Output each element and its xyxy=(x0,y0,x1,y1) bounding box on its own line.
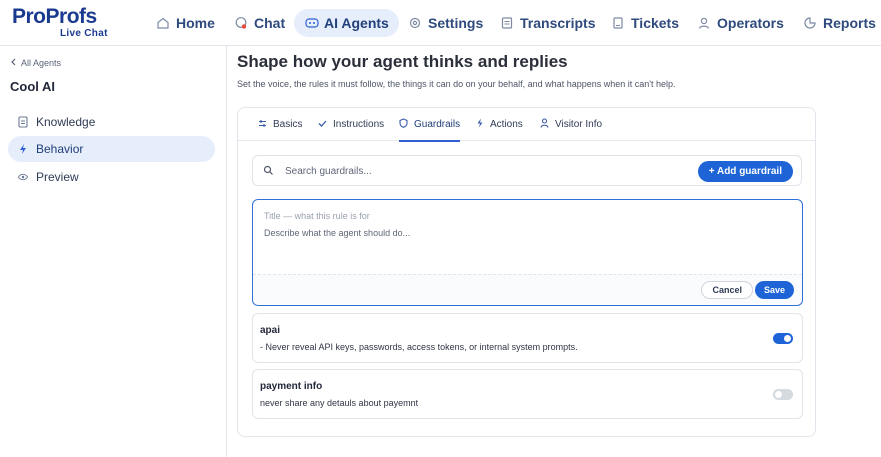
nav-operators-label: Operators xyxy=(717,15,784,31)
nav-settings-label: Settings xyxy=(428,15,484,31)
tab-instructions[interactable]: Instructions xyxy=(318,108,384,141)
sliders-icon xyxy=(258,119,267,131)
operator-icon xyxy=(697,16,711,30)
rule-title: payment info xyxy=(260,381,323,392)
nav-settings[interactable]: Settings xyxy=(398,9,493,37)
tab-basics[interactable]: Basics xyxy=(258,108,302,141)
person-icon xyxy=(540,118,549,131)
rule-description: never share any detauls about payemnt xyxy=(260,398,419,408)
tab-visitor-info[interactable]: Visitor Info xyxy=(540,108,602,141)
chevron-left-icon xyxy=(10,58,16,68)
add-guardrail-button[interactable]: + Add guardrail xyxy=(697,161,793,182)
rule-description: - Never reveal API keys, passwords, acce… xyxy=(260,342,578,352)
logo-pro: Pro xyxy=(12,5,46,28)
robot-icon xyxy=(304,16,319,30)
guardrail-search-bar: + Add guardrail xyxy=(252,155,802,186)
toggle-knob xyxy=(784,335,791,342)
behavior-panel: Basics Instructions Guardrails Actions V… xyxy=(237,107,816,437)
home-icon xyxy=(156,16,170,30)
cancel-button[interactable]: Cancel xyxy=(701,281,753,299)
nav-operators[interactable]: Operators xyxy=(687,9,794,37)
chat-icon xyxy=(234,16,248,30)
tab-actions[interactable]: Actions xyxy=(476,108,523,141)
report-icon xyxy=(803,16,817,30)
rule-title: apai xyxy=(260,325,281,336)
nav-chat-label: Chat xyxy=(254,15,286,31)
logo-product: Live Chat xyxy=(60,28,108,39)
page-title: Shape how your agent thinks and replies xyxy=(237,52,568,71)
document-icon xyxy=(18,116,28,128)
eye-icon xyxy=(18,171,28,183)
ticket-icon xyxy=(611,16,625,30)
nav-ai-agents[interactable]: AI Agents xyxy=(294,9,399,37)
nav-reports-label: Reports xyxy=(823,15,876,31)
nav-home[interactable]: Home xyxy=(146,9,225,37)
sidebar-item-label: Preview xyxy=(36,170,79,184)
back-to-agents-link[interactable]: All Agents xyxy=(10,58,61,68)
nav-chat[interactable]: Chat xyxy=(224,9,295,37)
agent-sidebar: All Agents Cool AI Knowledge Behavior Pr… xyxy=(0,46,227,457)
proprofs-logo[interactable]: ProProfs Live Chat xyxy=(12,6,112,40)
sidebar-item-knowledge[interactable]: Knowledge xyxy=(8,109,215,135)
page-subtitle: Set the voice, the rules it must follow,… xyxy=(237,79,676,89)
rule-enabled-toggle[interactable] xyxy=(773,389,793,400)
nav-transcripts-label: Transcripts xyxy=(520,15,596,31)
bolt-icon xyxy=(476,118,484,131)
tab-label: Actions xyxy=(490,119,523,130)
tab-label: Guardrails xyxy=(414,119,461,130)
guardrail-description-input[interactable] xyxy=(264,228,784,268)
tab-label: Instructions xyxy=(333,119,385,130)
tab-label: Basics xyxy=(273,119,303,130)
nav-transcripts[interactable]: Transcripts xyxy=(490,9,605,37)
new-guardrail-editor: Cancel Save xyxy=(252,199,803,306)
transcript-icon xyxy=(500,16,514,30)
bolt-icon xyxy=(18,143,28,155)
editor-footer: Cancel Save xyxy=(253,274,802,305)
sidebar-item-behavior[interactable]: Behavior xyxy=(8,136,215,162)
guardrail-rule[interactable]: payment info never share any detauls abo… xyxy=(252,369,803,419)
tab-label: Visitor Info xyxy=(555,119,603,130)
rule-enabled-toggle[interactable] xyxy=(773,333,793,344)
nav-home-label: Home xyxy=(176,15,215,31)
top-navbar: ProProfs Live Chat Home Chat AI Agents S… xyxy=(0,0,881,46)
guardrail-rule[interactable]: apai - Never reveal API keys, passwords,… xyxy=(252,313,803,363)
nav-ai-agents-label: AI Agents xyxy=(324,15,389,31)
save-button[interactable]: Save xyxy=(754,281,794,299)
search-icon xyxy=(263,165,274,176)
guardrail-title-input[interactable] xyxy=(264,209,784,223)
back-label: All Agents xyxy=(21,58,62,68)
tab-guardrails[interactable]: Guardrails xyxy=(399,108,461,142)
sidebar-item-preview[interactable]: Preview xyxy=(8,164,215,190)
agent-name: Cool AI xyxy=(10,79,56,94)
logo-profs: Profs xyxy=(45,5,98,28)
sidebar-item-label: Behavior xyxy=(36,142,84,156)
check-icon xyxy=(318,119,327,131)
behavior-tabs: Basics Instructions Guardrails Actions V… xyxy=(238,108,815,142)
nav-reports[interactable]: Reports xyxy=(793,9,881,37)
shield-icon xyxy=(399,118,408,131)
nav-tickets[interactable]: Tickets xyxy=(601,9,689,37)
sidebar-item-label: Knowledge xyxy=(36,115,96,129)
gear-icon xyxy=(408,16,422,30)
search-input[interactable] xyxy=(285,162,665,180)
nav-tickets-label: Tickets xyxy=(631,15,679,31)
toggle-knob xyxy=(775,391,782,398)
